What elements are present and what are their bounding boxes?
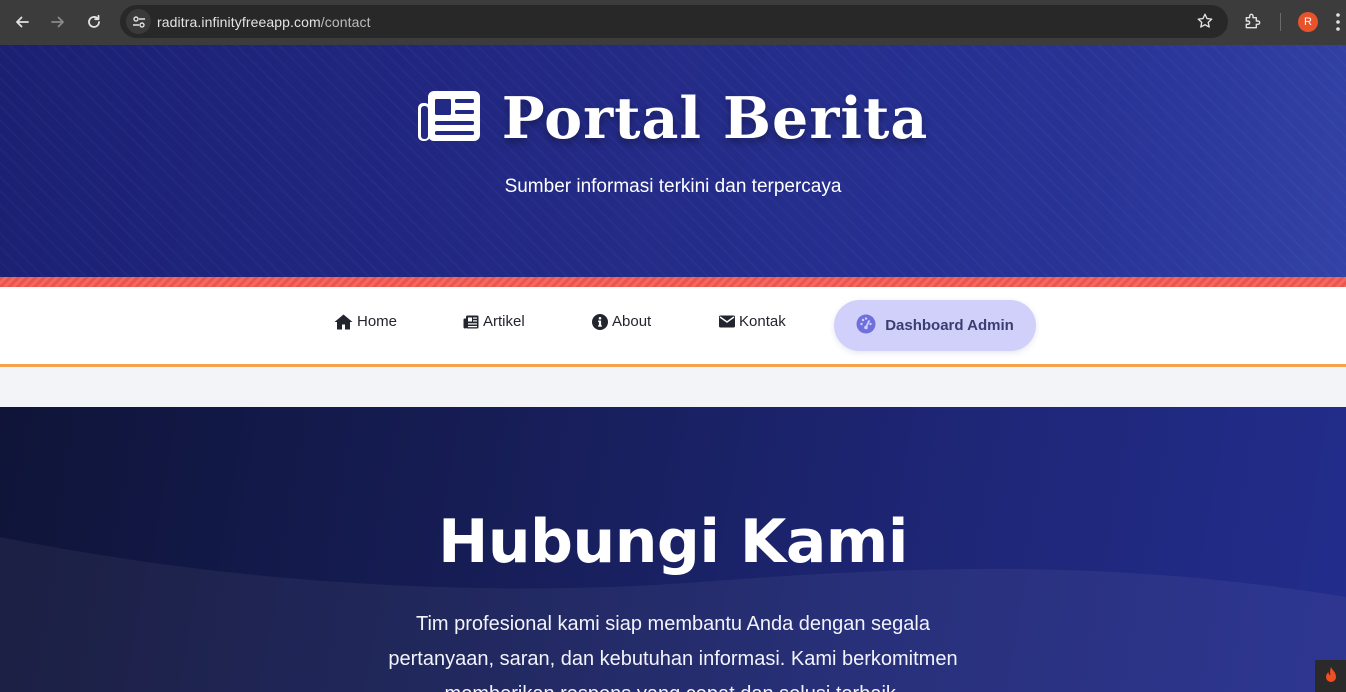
profile-avatar[interactable]: R: [1298, 12, 1318, 32]
nav-about-label: About: [612, 313, 652, 330]
newspaper-logo-icon: [417, 89, 482, 148]
dashboard-admin-label: Dashboard Admin: [885, 317, 1014, 334]
main-nav: Home Artikel About Kontak Dashboard Admi…: [0, 287, 1346, 367]
info-icon: [592, 313, 608, 330]
section-spacer: [0, 367, 1346, 407]
home-icon: [334, 314, 353, 330]
site-settings-icon[interactable]: [126, 9, 151, 34]
newspaper-icon: [463, 315, 479, 329]
dashboard-admin-button[interactable]: Dashboard Admin: [834, 300, 1036, 351]
envelope-icon: [719, 315, 735, 328]
address-bar[interactable]: raditra.infinityfreeapp.com/contact: [120, 5, 1228, 38]
extensions-puzzle-icon[interactable]: [1243, 11, 1263, 36]
nav-kontak[interactable]: Kontak: [719, 313, 786, 330]
site-header: Portal Berita Sumber informasi terkini d…: [0, 45, 1346, 277]
nav-artikel[interactable]: Artikel: [463, 313, 525, 330]
brand[interactable]: Portal Berita: [0, 85, 1346, 152]
contact-hero: Hubungi Kami Tim profesional kami siap m…: [0, 407, 1346, 692]
hero-title: Hubungi Kami: [438, 507, 908, 577]
nav-about[interactable]: About: [592, 313, 651, 330]
hero-description: Tim profesional kami siap membantu Anda …: [388, 613, 958, 692]
accent-stripe: [0, 277, 1346, 287]
site-tagline: Sumber informasi terkini dan terpercaya: [504, 176, 842, 197]
forward-arrow-icon[interactable]: [47, 11, 69, 33]
nav-home-label: Home: [357, 313, 398, 330]
toolbar-divider: [1280, 13, 1281, 31]
back-arrow-icon[interactable]: [11, 11, 33, 33]
gauge-icon: [856, 314, 876, 338]
flame-icon[interactable]: [1315, 660, 1346, 692]
reload-icon[interactable]: [83, 11, 105, 33]
nav-kontak-label: Kontak: [739, 313, 786, 330]
site-title: Portal Berita: [501, 85, 929, 152]
url-host: raditra.infinityfreeapp.com: [157, 14, 321, 30]
bookmark-star-icon[interactable]: [1196, 12, 1214, 35]
nav-artikel-label: Artikel: [483, 313, 525, 330]
nav-home[interactable]: Home: [334, 313, 397, 330]
url-text: raditra.infinityfreeapp.com/contact: [157, 14, 371, 30]
kebab-menu-icon[interactable]: [1335, 12, 1341, 37]
browser-toolbar: raditra.infinityfreeapp.com/contact R: [0, 0, 1346, 45]
url-path: /contact: [320, 14, 371, 30]
